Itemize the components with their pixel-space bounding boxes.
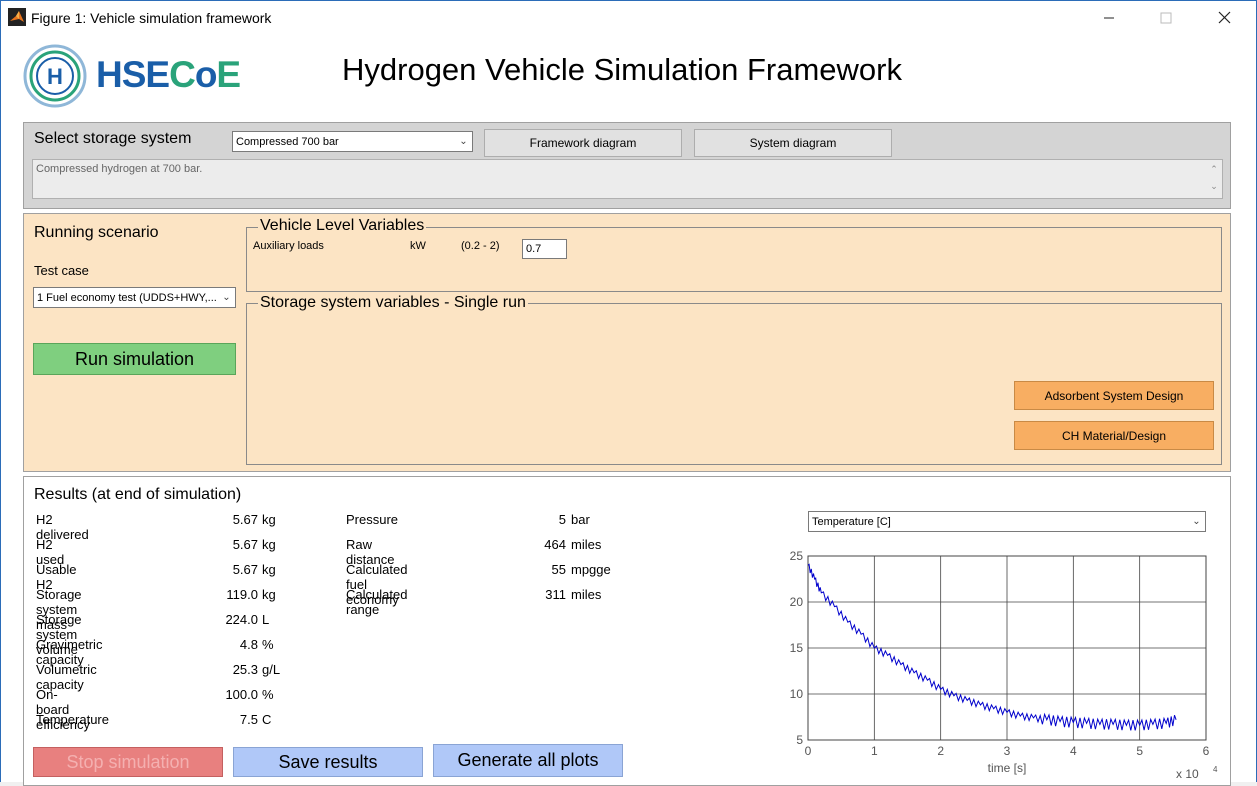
result-value: 5.67 — [232, 562, 258, 577]
scenario-label: Running scenario — [34, 224, 159, 241]
stop-simulation-button[interactable]: Stop simulation — [33, 747, 223, 777]
y-tick-label: 25 — [790, 549, 804, 563]
x-tick-label: 4 — [1070, 744, 1077, 758]
result-unit: kg — [262, 562, 276, 577]
x-axis-multiplier: x 10 — [1176, 767, 1199, 781]
storage-select-value: Compressed 700 bar — [236, 135, 339, 148]
minimize-icon — [1104, 17, 1114, 19]
chevron-down-icon: ⌄ — [1192, 516, 1201, 527]
result-value: 311 — [545, 587, 566, 602]
result-unit: % — [262, 637, 274, 652]
result-unit: kg — [262, 537, 276, 552]
storage-description-box[interactable]: Compressed hydrogen at 700 bar. ⌃ ⌄ — [32, 159, 1223, 199]
plot-variable-select[interactable]: Temperature [C] ⌄ — [808, 511, 1206, 532]
logo-text: HSECoE — [96, 54, 241, 95]
result-unit: miles — [571, 537, 602, 552]
result-unit: bar — [571, 512, 590, 527]
svg-text:H: H — [47, 64, 63, 89]
result-unit: g/L — [262, 662, 281, 677]
x-tick-label: 2 — [937, 744, 944, 758]
results-title: Results (at end of simulation) — [34, 486, 242, 503]
x-axis-multiplier-exponent: 4 — [1213, 765, 1218, 774]
y-tick-label: 10 — [790, 687, 804, 701]
chevron-down-icon: ⌄ — [459, 136, 468, 147]
scroll-down-icon: ⌄ — [1210, 181, 1218, 191]
save-results-button[interactable]: Save results — [233, 747, 423, 777]
aux-loads-unit: kW — [410, 240, 426, 252]
x-tick-label: 6 — [1203, 744, 1210, 758]
result-value: 5 — [558, 512, 566, 527]
result-value: 7.5 — [239, 712, 258, 727]
result-value: 4.8 — [239, 637, 258, 652]
test-case-label: Test case — [34, 263, 89, 278]
result-label: Pressure — [346, 512, 399, 527]
result-value: 464 — [544, 537, 566, 552]
result-unit: % — [262, 687, 274, 702]
result-value: 25.3 — [232, 662, 258, 677]
x-tick-label: 0 — [805, 744, 812, 758]
plot-variable-select-value: Temperature [C] — [812, 515, 891, 528]
x-tick-label: 1 — [871, 744, 878, 758]
window-title: Figure 1: Vehicle simulation framework — [31, 10, 272, 26]
app-title: Hydrogen Vehicle Simulation Framework — [342, 52, 902, 87]
test-case-select[interactable]: 1 Fuel economy test (UDDS+HWY,... ⌄ — [33, 287, 236, 308]
vehicle-vars-title: Vehicle Level Variables — [258, 217, 427, 235]
scroll-up-icon: ⌃ — [1210, 164, 1218, 174]
chevron-down-icon: ⌄ — [222, 292, 231, 303]
y-tick-label: 5 — [796, 733, 803, 747]
result-unit: miles — [571, 587, 602, 602]
x-tick-label: 3 — [1004, 744, 1011, 758]
generate-all-plots-button[interactable]: Generate all plots — [433, 744, 623, 777]
framework-diagram-button[interactable]: Framework diagram — [484, 129, 682, 157]
result-value: 5.67 — [232, 512, 258, 527]
aux-loads-range: (0.2 - 2) — [461, 240, 500, 252]
scrollbar[interactable]: ⌃ ⌄ — [1207, 161, 1221, 197]
result-unit: mpgge — [571, 562, 611, 577]
result-value: 55 — [551, 562, 566, 577]
storage-vars-title: Storage system variables - Single run — [258, 294, 528, 312]
storage-label: Select storage system — [34, 130, 192, 147]
result-label: Calculated range — [346, 587, 408, 617]
aux-loads-input[interactable]: 0.7 — [522, 239, 567, 259]
y-tick-label: 20 — [790, 595, 804, 609]
storage-description: Compressed hydrogen at 700 bar. — [36, 163, 203, 175]
temperature-chart: 0 1 2 3 4 5 6 5 10 15 20 25 time [s] x 10 4 — [790, 549, 1218, 781]
y-tick-label: 15 — [790, 641, 804, 655]
run-simulation-button[interactable]: Run simulation — [33, 343, 236, 375]
result-label: Temperature — [36, 712, 109, 727]
result-value: 5.67 — [232, 537, 258, 552]
result-unit: L — [262, 612, 270, 627]
result-value: 224.0 — [225, 612, 258, 627]
maximize-button[interactable] — [1143, 1, 1189, 35]
storage-select[interactable]: Compressed 700 bar ⌄ — [232, 131, 473, 152]
result-value: 100.0 — [225, 687, 258, 702]
result-unit: C — [262, 712, 272, 727]
test-case-select-value: 1 Fuel economy test (UDDS+HWY,... — [37, 291, 217, 304]
aux-loads-label: Auxiliary loads — [253, 240, 324, 252]
adsorbent-system-design-button[interactable]: Adsorbent System Design — [1014, 381, 1214, 410]
close-button[interactable] — [1202, 1, 1248, 35]
result-value: 119.0 — [226, 587, 258, 602]
result-unit: kg — [262, 512, 276, 527]
result-unit: kg — [262, 587, 276, 602]
vehicle-vars-group — [246, 227, 1222, 292]
minimize-button[interactable] — [1086, 1, 1132, 35]
system-diagram-button[interactable]: System diagram — [694, 129, 892, 157]
maximize-icon — [1160, 12, 1172, 24]
close-icon — [1218, 11, 1231, 24]
x-axis-label: time [s] — [988, 761, 1027, 775]
x-tick-label: 5 — [1136, 744, 1143, 758]
ch-material-design-button[interactable]: CH Material/Design — [1014, 421, 1214, 450]
matlab-icon — [8, 8, 26, 26]
